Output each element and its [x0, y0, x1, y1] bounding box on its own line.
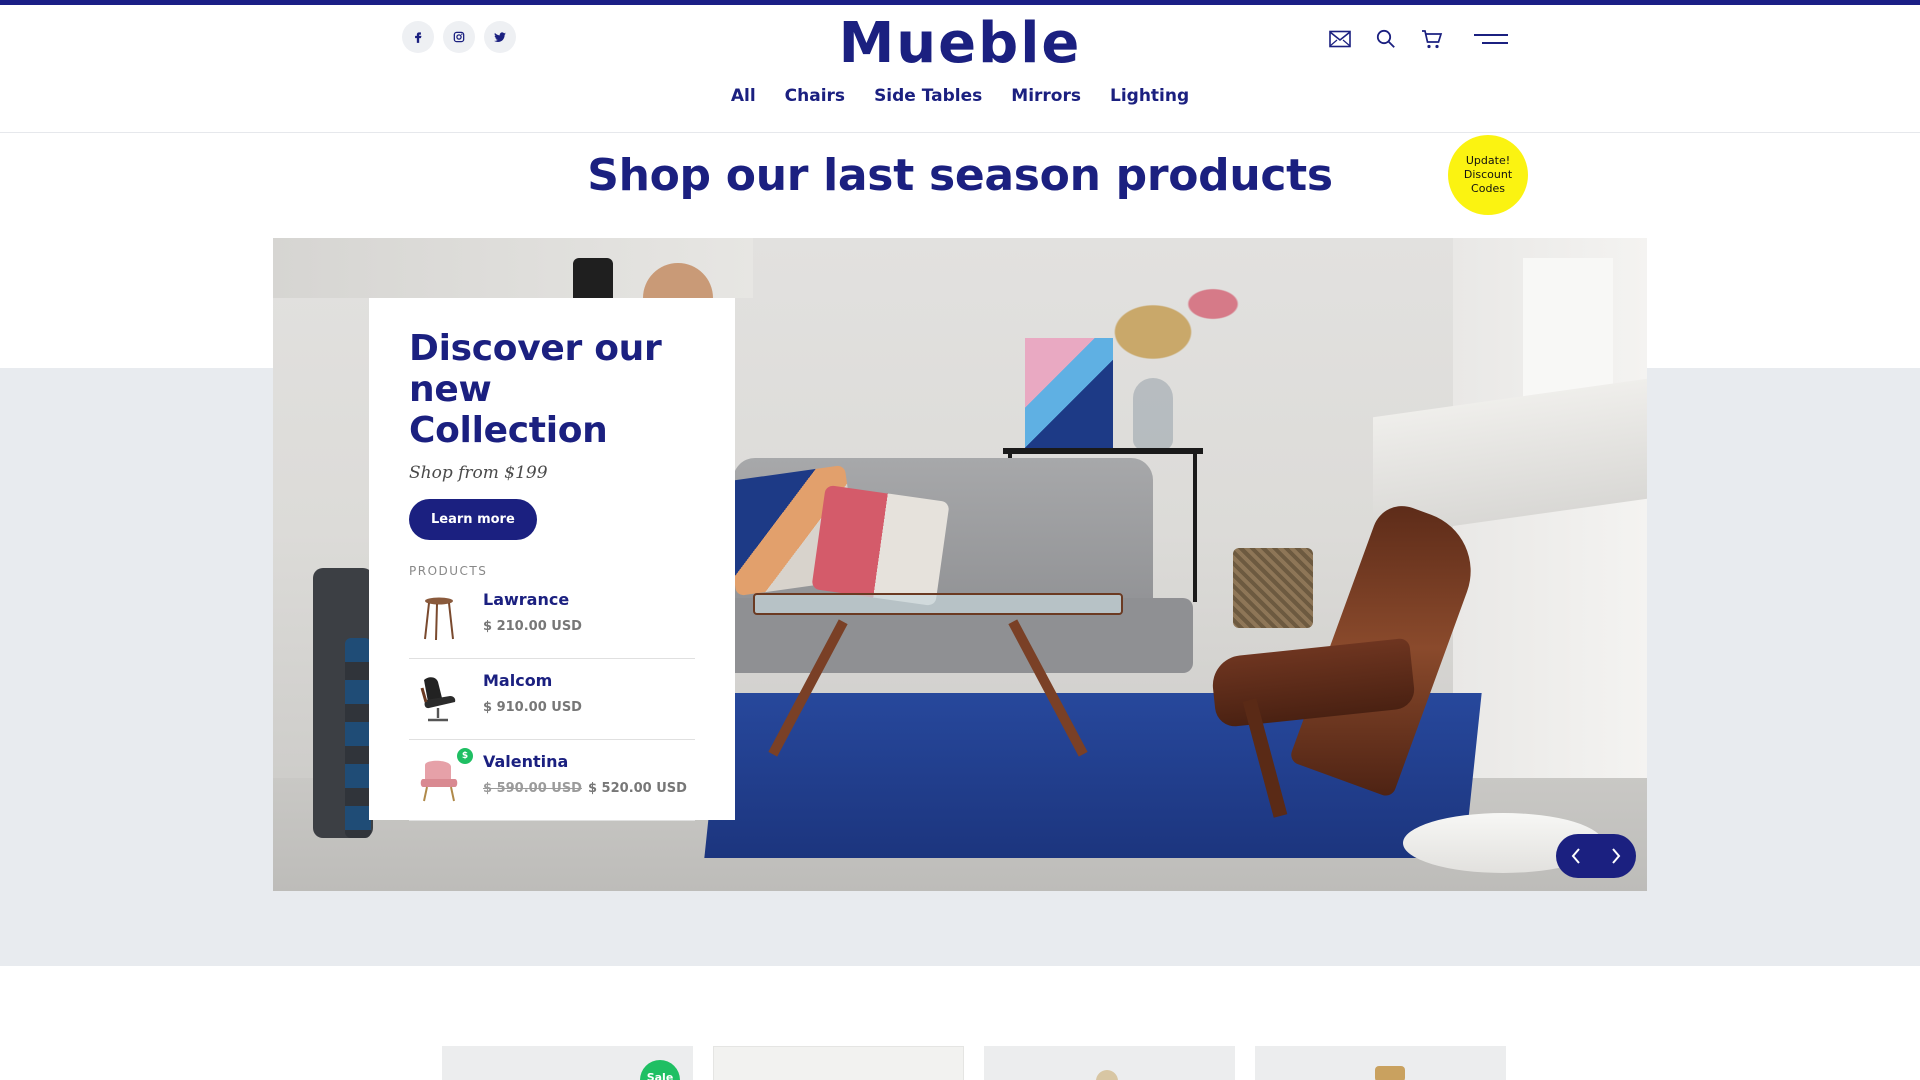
slider-controls	[1556, 834, 1636, 878]
sale-indicator: $	[457, 748, 473, 764]
product-price: $ 910.00 USD	[483, 700, 582, 715]
product-thumbnail: $	[409, 748, 473, 808]
discount-codes-badge[interactable]: Update! Discount Codes	[1448, 135, 1528, 215]
product-name: Malcom	[483, 671, 553, 690]
product-grid: Sale	[442, 1046, 1506, 1080]
chevron-right-icon	[1612, 848, 1621, 864]
site-logo[interactable]: Mueble	[0, 11, 1920, 76]
products-label: PRODUCTS	[409, 564, 488, 578]
learn-more-button[interactable]: Learn more	[409, 499, 537, 540]
collection-card: Discover our new Collection Shop from $1…	[369, 298, 735, 821]
product-card[interactable]	[1255, 1046, 1506, 1080]
product-price-group: $ 590.00 USD $ 520.00 USD	[483, 781, 687, 796]
product-price: $ 520.00 USD	[587, 781, 687, 796]
product-thumbnail	[409, 590, 469, 646]
product-name: Lawrance	[483, 590, 570, 609]
collection-subtitle: Shop from $199	[409, 463, 548, 483]
product-thumbnail	[409, 671, 469, 727]
cart-icon	[1422, 30, 1443, 49]
mail-icon	[1329, 30, 1351, 48]
header-actions	[1328, 27, 1508, 51]
lounge-chair-icon	[420, 677, 456, 722]
sale-badge: Sale	[640, 1060, 680, 1080]
mail-button[interactable]	[1328, 27, 1352, 51]
product-price: $ 210.00 USD	[483, 619, 582, 634]
nav-mirrors[interactable]: Mirrors	[1011, 86, 1081, 106]
product-name: Valentina	[483, 752, 569, 771]
product-item-malcom[interactable]: Malcom $ 910.00 USD	[409, 659, 695, 740]
nav-side-tables[interactable]: Side Tables	[874, 86, 982, 106]
search-button[interactable]	[1374, 27, 1398, 51]
slider-next-button[interactable]	[1596, 834, 1636, 878]
nav-lighting[interactable]: Lighting	[1110, 86, 1189, 106]
product-item-valentina[interactable]: $ Valentina $ 590.00 USD $ 520.00 USD	[409, 740, 695, 821]
nav-all[interactable]: All	[731, 86, 756, 106]
chevron-left-icon	[1571, 848, 1580, 864]
cart-button[interactable]	[1420, 27, 1444, 51]
slider-prev-button[interactable]	[1556, 834, 1596, 878]
category-nav: All Chairs Side Tables Mirrors Lighting	[0, 86, 1920, 106]
hero-banner: Discover our new Collection Shop from $1…	[273, 238, 1647, 891]
product-card[interactable]	[713, 1046, 964, 1080]
product-card[interactable]	[984, 1046, 1235, 1080]
hero-title: Shop our last season products	[587, 150, 1333, 201]
stool-icon	[424, 597, 454, 641]
armchair-icon	[420, 760, 458, 802]
product-item-lawrance[interactable]: Lawrance $ 210.00 USD	[409, 578, 695, 659]
menu-icon[interactable]	[1474, 27, 1508, 51]
product-card[interactable]: Sale	[442, 1046, 693, 1080]
product-old-price: $ 590.00 USD	[483, 781, 582, 796]
collection-title: Discover our new Collection	[409, 328, 662, 451]
nav-chairs[interactable]: Chairs	[785, 86, 845, 106]
site-header: Mueble All Chairs Side Tables Mirrors Li…	[0, 5, 1920, 133]
search-icon	[1376, 29, 1395, 48]
